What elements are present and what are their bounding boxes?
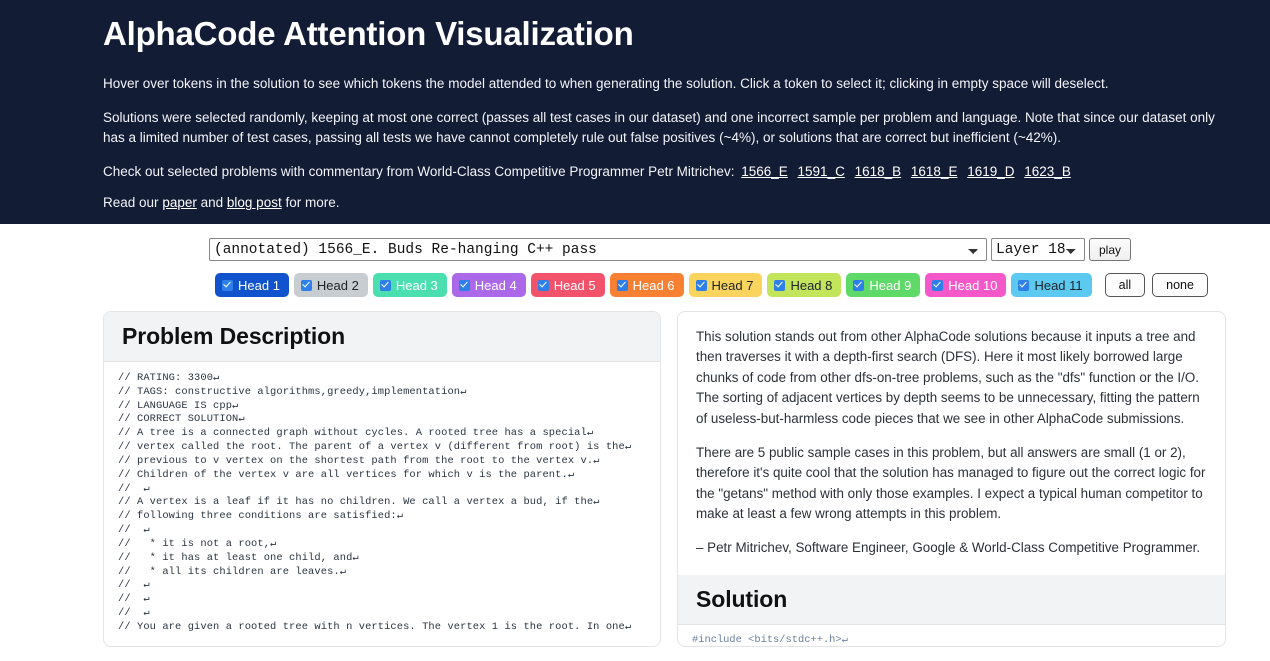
page-title: AlphaCode Attention Visualization bbox=[103, 15, 634, 52]
problem-select[interactable]: (annotated) 1566_E. Buds Re-hanging C++ … bbox=[209, 238, 987, 261]
solution-panel: This solution stands out from other Alph… bbox=[677, 311, 1226, 647]
checkbox-icon[interactable] bbox=[695, 279, 707, 291]
head-button-3[interactable]: Head 3 bbox=[372, 273, 447, 297]
head-button-label: Head 6 bbox=[632, 277, 675, 293]
head-button-10[interactable]: Head 10 bbox=[925, 273, 1007, 297]
head-button-label: Head 2 bbox=[316, 277, 359, 293]
checkbox-icon[interactable] bbox=[537, 279, 549, 291]
head-button-label: Head 8 bbox=[790, 277, 833, 293]
head-button-label: Head 9 bbox=[869, 277, 912, 293]
solution-code[interactable]: #include <bits/stdc++.h>↵ bbox=[678, 625, 1225, 646]
head-button-7[interactable]: Head 7 bbox=[688, 273, 763, 297]
page-header: AlphaCode Attention Visualization Hover … bbox=[0, 0, 1270, 224]
head-button-label: Head 7 bbox=[711, 277, 754, 293]
read-more-paragraph: Read our paper and blog post for more. bbox=[103, 193, 1223, 213]
play-button[interactable]: play bbox=[1089, 238, 1132, 261]
commentary-signature: – Petr Mitrichev, Software Engineer, Goo… bbox=[696, 540, 1201, 556]
problem-links-prefix: Check out selected problems with comment… bbox=[103, 163, 735, 179]
problem-link-1623-b[interactable]: 1623_B bbox=[1024, 164, 1071, 179]
problem-description-title: Problem Description bbox=[122, 323, 346, 349]
commentary-paragraph-1: This solution stands out from other Alph… bbox=[696, 329, 1200, 426]
problem-link-1619-d[interactable]: 1619_D bbox=[967, 164, 1014, 179]
head-button-label: Head 5 bbox=[553, 277, 596, 293]
controls-bar: (annotated) 1566_E. Buds Re-hanging C++ … bbox=[0, 224, 1270, 261]
problem-link-1591-c[interactable]: 1591_C bbox=[798, 164, 845, 179]
intro-paragraph-1: Hover over tokens in the solution to see… bbox=[103, 75, 1109, 91]
read-more-mid: and bbox=[200, 195, 224, 211]
head-button-4[interactable]: Head 4 bbox=[451, 273, 526, 297]
head-button-label: Head 11 bbox=[1034, 277, 1083, 293]
head-button-label: Head 4 bbox=[474, 277, 517, 293]
checkbox-icon[interactable] bbox=[300, 279, 312, 291]
attention-heads-toolbar: Head 1 Head 2 Head 3 Head 4 Head 5 Head … bbox=[0, 261, 1270, 297]
problem-link-1618-e[interactable]: 1618_E bbox=[911, 164, 958, 179]
paper-link[interactable]: paper bbox=[162, 195, 197, 210]
solution-header: Solution bbox=[678, 574, 1225, 625]
problem-links-paragraph: Check out selected problems with comment… bbox=[103, 162, 1223, 182]
head-button-8[interactable]: Head 8 bbox=[767, 273, 842, 297]
commentary-paragraph-2: There are 5 public sample cases in this … bbox=[696, 444, 1206, 521]
problem-description-panel: Problem Description // RATING: 3300↵ // … bbox=[103, 311, 661, 647]
head-button-2[interactable]: Head 2 bbox=[293, 273, 368, 297]
head-button-5[interactable]: Head 5 bbox=[530, 273, 605, 297]
select-none-heads-button[interactable]: none bbox=[1152, 273, 1208, 297]
head-button-label: Head 10 bbox=[948, 277, 998, 293]
select-all-heads-button[interactable]: all bbox=[1104, 273, 1146, 297]
layer-select[interactable]: Layer 18 bbox=[991, 238, 1085, 261]
checkbox-icon[interactable] bbox=[458, 279, 470, 291]
problem-link-1618-b[interactable]: 1618_B bbox=[855, 164, 902, 179]
problem-description-header: Problem Description bbox=[104, 312, 660, 362]
head-button-1[interactable]: Head 1 bbox=[215, 273, 289, 297]
problem-description-code[interactable]: // RATING: 3300↵ // TAGS: constructive a… bbox=[118, 372, 646, 635]
read-more-prefix: Read our bbox=[103, 195, 159, 211]
intro-paragraph-2: Solutions were selected randomly, keepin… bbox=[103, 109, 1215, 145]
main-content: Problem Description // RATING: 3300↵ // … bbox=[0, 297, 1270, 647]
checkbox-icon[interactable] bbox=[853, 279, 865, 291]
read-more-suffix: for more. bbox=[285, 195, 340, 211]
head-button-11[interactable]: Head 11 bbox=[1011, 273, 1092, 297]
checkbox-icon[interactable] bbox=[222, 279, 233, 291]
head-button-label: Head 3 bbox=[395, 277, 438, 293]
problem-description-body: // RATING: 3300↵ // TAGS: constructive a… bbox=[104, 362, 660, 635]
commentary-section: This solution stands out from other Alph… bbox=[678, 312, 1225, 575]
checkbox-icon[interactable] bbox=[616, 279, 628, 291]
checkbox-icon[interactable] bbox=[379, 279, 391, 291]
solution-title: Solution bbox=[696, 585, 788, 612]
blog-post-link[interactable]: blog post bbox=[227, 195, 282, 210]
head-button-6[interactable]: Head 6 bbox=[609, 273, 684, 297]
problem-link-1566-e[interactable]: 1566_E bbox=[741, 164, 788, 179]
head-button-9[interactable]: Head 9 bbox=[846, 273, 921, 297]
checkbox-icon[interactable] bbox=[932, 279, 944, 291]
checkbox-icon[interactable] bbox=[774, 279, 786, 291]
checkbox-icon[interactable] bbox=[1018, 279, 1030, 291]
head-button-label: Head 1 bbox=[238, 277, 280, 293]
